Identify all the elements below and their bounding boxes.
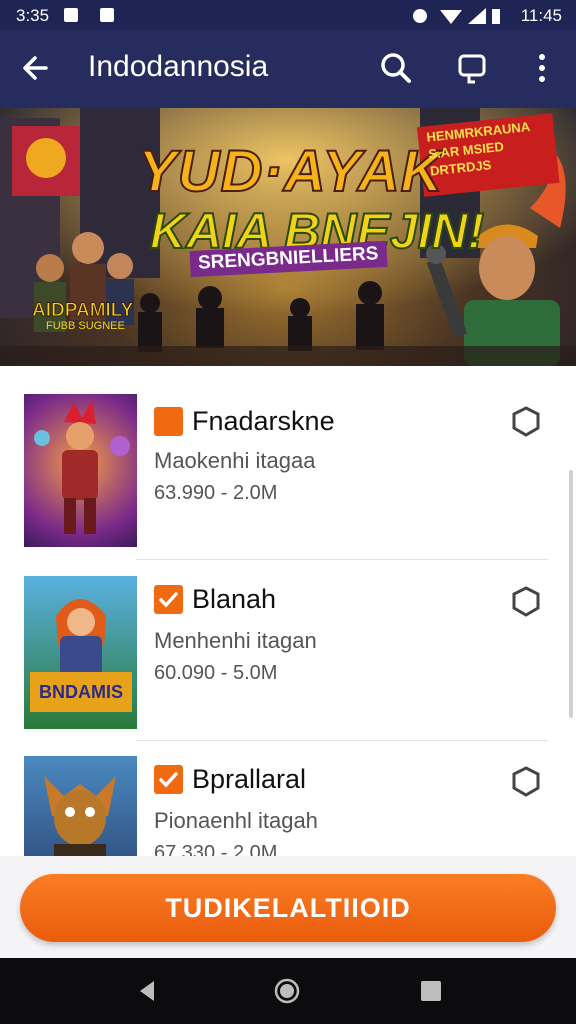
system-nav-bar	[0, 958, 576, 1024]
item-checkbox-checked[interactable]	[154, 585, 183, 614]
notification-icon	[100, 8, 114, 22]
thumbnail-caption: BNDAMIS	[39, 682, 123, 702]
status-bar: 3:35 11:45	[0, 0, 576, 30]
scrollbar[interactable]	[569, 470, 573, 718]
signal-icon	[468, 8, 486, 24]
item-title: Fnadarskne	[192, 406, 335, 436]
banner-headline-1: YUD·AYAK	[137, 138, 444, 205]
item-title: Bprallaral	[192, 764, 307, 794]
item-meta: 67.330 - 2.0M	[154, 842, 278, 856]
share-icon[interactable]	[508, 404, 544, 440]
item-subtitle: Pionaenhl itagah	[154, 808, 318, 833]
game-thumbnail	[24, 394, 137, 547]
featured-banner[interactable]: YUD·AYAK KAIA BNEJIN! SRENGBNIELLIERS HE…	[0, 108, 576, 366]
status-time-right: 11:45	[520, 6, 562, 25]
app-bar: Indodannosia	[0, 30, 576, 108]
item-meta: 60.090 - 5.0M	[154, 662, 278, 684]
share-icon[interactable]	[508, 584, 544, 620]
page-title: Indodannosia	[88, 50, 269, 83]
cast-icon[interactable]	[452, 48, 492, 88]
list-item[interactable]: Fnadarskne Maokenhi itagaa 63.990 - 2.0M	[0, 366, 576, 550]
item-checkbox[interactable]	[154, 407, 183, 436]
item-title: Blanah	[192, 584, 277, 614]
item-subtitle: Menhenhi itagan	[154, 628, 317, 653]
share-icon[interactable]	[508, 764, 544, 800]
status-time-left: 3:35	[16, 6, 50, 25]
game-thumbnail	[24, 756, 137, 856]
item-subtitle: Maokenhi itagaa	[154, 448, 316, 473]
nav-back-icon[interactable]	[132, 976, 162, 1006]
item-checkbox-checked[interactable]	[154, 765, 183, 794]
list-item[interactable]: BNDAMIS Blanah Menhenhi itagan 60.090 - …	[0, 548, 576, 732]
status-icons	[413, 8, 500, 24]
battery-icon	[492, 9, 500, 24]
game-list: Fnadarskne Maokenhi itagaa 63.990 - 2.0M…	[0, 366, 576, 856]
item-meta: 63.990 - 2.0M	[154, 482, 278, 504]
list-item[interactable]: Bprallaral Pionaenhl itagah 67.330 - 2.0…	[0, 728, 576, 856]
nav-home-icon[interactable]	[272, 976, 302, 1006]
nav-recents-icon[interactable]	[416, 976, 446, 1006]
primary-action-button[interactable]: TUDIKELALTIIOID	[20, 874, 556, 942]
notification-icon	[64, 8, 78, 22]
back-arrow-icon[interactable]	[16, 48, 56, 88]
banner-logo: AIDPAMILY	[31, 300, 134, 322]
wifi-icon	[440, 10, 462, 24]
more-options-icon[interactable]	[522, 48, 562, 88]
banner-logo-subtext: FUBB SUGNEE	[46, 320, 125, 332]
search-icon[interactable]	[376, 48, 416, 88]
game-thumbnail: BNDAMIS	[24, 576, 137, 729]
alarm-icon	[413, 9, 427, 23]
cta-container: TUDIKELALTIIOID	[0, 856, 576, 958]
